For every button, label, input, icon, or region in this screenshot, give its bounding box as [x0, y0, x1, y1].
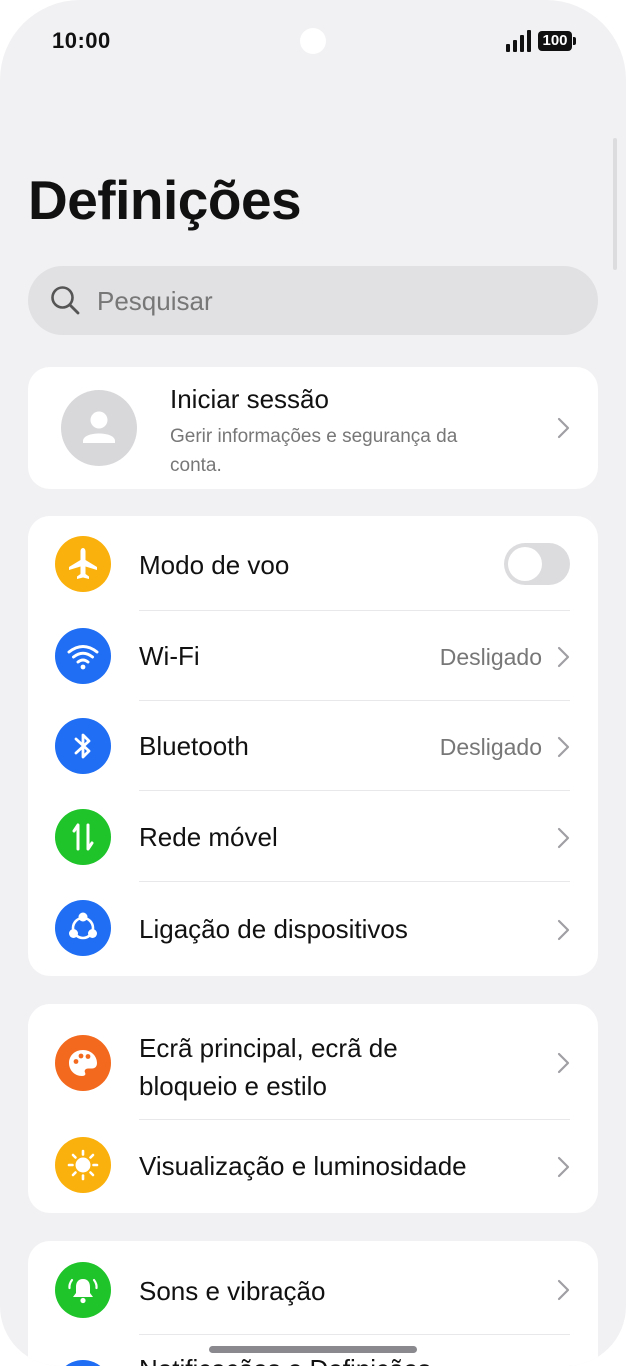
palette-icon [55, 1035, 111, 1091]
scrollbar[interactable] [613, 138, 617, 270]
chevron-right-icon [557, 736, 570, 758]
account-subtitle: Gerir informações e segurança da conta. [170, 426, 458, 476]
chevron-right-icon [557, 417, 570, 439]
battery-icon: 100 [538, 31, 576, 51]
search-icon [51, 286, 80, 315]
device-connection-icon [55, 900, 111, 956]
chevron-right-icon [557, 1156, 570, 1178]
wifi-status: Desligado [439, 644, 542, 670]
appearance-card: Ecrã principal, ecrã de bloqueio e estil… [28, 1004, 598, 1213]
mobile-network-label: Rede móvel [139, 822, 278, 852]
bluetooth-icon [55, 718, 111, 774]
brightness-icon [55, 1137, 111, 1193]
display-brightness-label: Visualização e luminosidade [139, 1151, 467, 1181]
status-time: 10:00 [52, 28, 111, 53]
bluetooth-status: Desligado [439, 734, 542, 760]
account-card[interactable]: Iniciar sessão Gerir informações e segur… [28, 367, 598, 489]
airplane-mode-toggle[interactable] [504, 543, 570, 585]
search-input[interactable]: Pesquisar [28, 266, 598, 335]
settings-screen: 10:00 100 Definições Pesquisar Iniciar s… [0, 0, 626, 1366]
page-title: Definições [28, 169, 302, 231]
account-title: Iniciar sessão [170, 384, 329, 414]
display-brightness-row[interactable]: Visualização e luminosidade [28, 1120, 598, 1213]
mobile-network-row[interactable]: Rede móvel [28, 791, 598, 882]
avatar [61, 390, 137, 466]
bell-icon [55, 1262, 111, 1318]
toggle-knob [508, 547, 542, 581]
divider [139, 1334, 570, 1335]
wifi-icon [55, 628, 111, 684]
connectivity-card: Modo de voo Wi-Fi Desligado Bluetooth De… [28, 516, 598, 976]
airplane-mode-label: Modo de voo [139, 550, 290, 580]
airplane-icon [55, 536, 111, 592]
chevron-right-icon [557, 1052, 570, 1074]
chevron-right-icon [557, 646, 570, 668]
home-screen-style-label-line1: Ecrã principal, ecrã de [139, 1033, 398, 1063]
home-screen-style-label: Ecrã principal, ecrã de bloqueio e estil… [139, 1029, 398, 1105]
camera-cutout [300, 28, 326, 54]
airplane-mode-row[interactable]: Modo de voo [28, 516, 598, 611]
home-indicator[interactable] [209, 1346, 417, 1353]
sounds-vibration-row[interactable]: Sons e vibração [28, 1241, 598, 1335]
wifi-label: Wi-Fi [139, 641, 200, 671]
signal-icon [506, 30, 532, 52]
bluetooth-row[interactable]: Bluetooth Desligado [28, 701, 598, 791]
search-placeholder: Pesquisar [97, 286, 213, 316]
bluetooth-label: Bluetooth [139, 731, 249, 761]
device-connection-row[interactable]: Ligação de dispositivos [28, 882, 598, 976]
device-connection-label: Ligação de dispositivos [139, 914, 408, 944]
status-bar: 10:00 100 [0, 0, 626, 80]
home-screen-style-label-line2: bloqueio e estilo [139, 1071, 327, 1101]
sounds-vibration-label: Sons e vibração [139, 1276, 326, 1306]
home-screen-style-row[interactable]: Ecrã principal, ecrã de bloqueio e estil… [28, 1004, 598, 1120]
chevron-right-icon [557, 919, 570, 941]
chevron-right-icon [557, 827, 570, 849]
chevron-right-icon [557, 1279, 570, 1301]
notifications-row-label[interactable]: Notificações e Definições [139, 1354, 431, 1366]
wifi-row[interactable]: Wi-Fi Desligado [28, 611, 598, 701]
mobile-data-icon [55, 809, 111, 865]
user-icon [83, 411, 115, 443]
